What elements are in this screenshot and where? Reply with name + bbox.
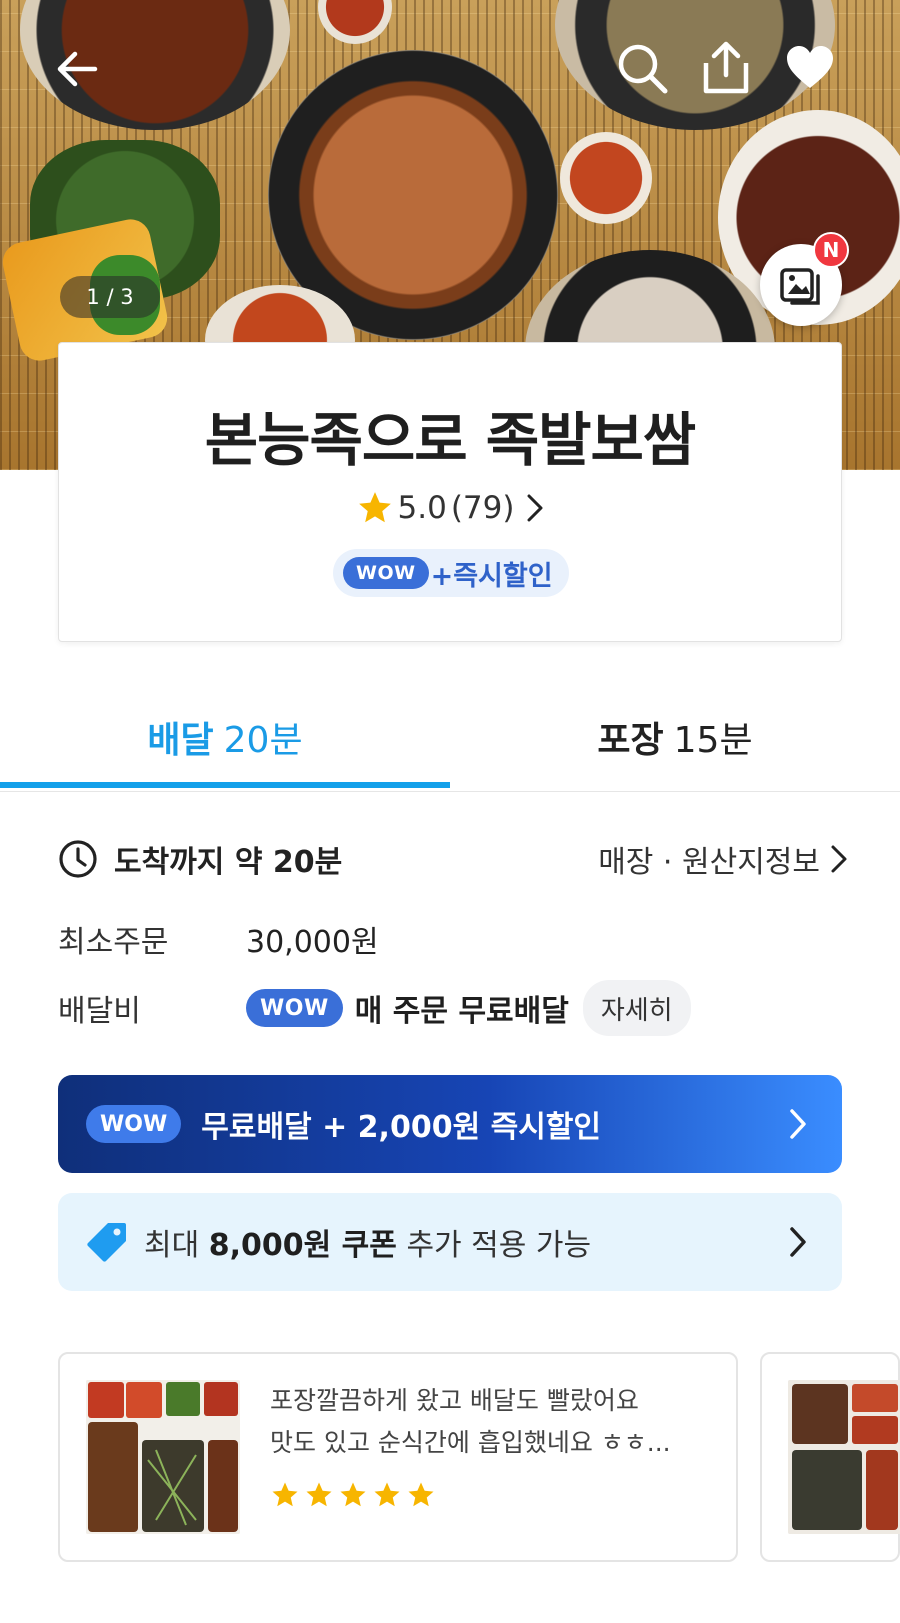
review-photo	[788, 1380, 900, 1534]
min-order-label: 최소주문	[58, 925, 169, 960]
star-icon	[340, 1482, 366, 1507]
eta-text: 도착까지 약 20분	[114, 845, 343, 880]
store-card: 본능족으로 족발보쌈 5.0 (79) WOW +즉시할인	[58, 342, 842, 642]
review-line-2: 맛도 있고 순식간에 흡입했네요 ㅎㅎ...	[270, 1428, 671, 1457]
search-icon	[618, 44, 668, 94]
star-icon	[272, 1482, 298, 1507]
star-icon	[358, 492, 391, 523]
review-line-1: 포장깔끔하게 왔고 배달도 빨랐어요	[270, 1386, 639, 1415]
promo-label: +즉시할인	[430, 560, 553, 592]
food-plate	[318, 0, 392, 44]
gallery-icon	[780, 268, 820, 305]
search-button[interactable]	[612, 38, 672, 98]
min-order-value: 30,000원	[246, 925, 379, 960]
back-arrow-icon	[57, 51, 98, 87]
star-icon	[374, 1482, 400, 1507]
review-count: (79)	[450, 490, 515, 526]
rating-link[interactable]: 5.0 (79)	[59, 489, 841, 527]
tab-pickup-time: 15분	[673, 720, 753, 761]
store-origin-info-label: 매장 · 원산지정보	[598, 845, 820, 880]
review-card[interactable]: 포장깔끔하게 왔고 배달도 빨랐어요 맛도 있고 순식간에 흡입했네요 ㅎㅎ..…	[58, 1352, 738, 1562]
tab-delivery[interactable]: 배달 20분	[0, 682, 450, 792]
delivery-fee-value: 매 주문 무료배달	[354, 994, 569, 1029]
star-icon	[408, 1482, 434, 1507]
coupon-suffix: 추가 적용 가능	[406, 1228, 592, 1263]
wow-benefit-banner[interactable]: WOW 무료배달 + 2,000원 즉시할인	[58, 1075, 842, 1173]
store-origin-info-link[interactable]: 매장 · 원산지정보	[598, 836, 848, 882]
favorite-button[interactable]	[782, 40, 838, 94]
tab-delivery-label: 배달	[147, 720, 214, 761]
rating-value: 5.0	[397, 490, 447, 526]
coupon-banner[interactable]: 최대 8,000원 쿠폰 추가 적용 가능	[58, 1193, 842, 1291]
review-card[interactable]	[760, 1352, 900, 1562]
photo-counter: 1 / 3	[60, 276, 160, 318]
chevron-right-icon	[790, 1227, 806, 1257]
chevron-right-icon	[831, 845, 847, 873]
heart-icon	[787, 46, 833, 88]
store-name: 본능족으로 족발보쌈	[204, 406, 696, 474]
tab-pickup-label: 포장	[597, 720, 664, 761]
coupon-banner-text: 최대 8,000원 쿠폰 추가 적용 가능	[144, 1220, 591, 1264]
coupon-amount: 8,000원 쿠폰	[208, 1228, 397, 1263]
review-photo	[86, 1380, 240, 1534]
wow-tag: WOW	[343, 557, 429, 589]
chevron-right-icon	[527, 494, 543, 522]
coupon-tag-icon	[87, 1223, 126, 1262]
clock-icon	[59, 840, 97, 878]
eta-row: 도착까지 약 20분 매장 · 원산지정보	[58, 836, 848, 882]
star-icon	[306, 1482, 332, 1507]
detail-button[interactable]: 자세히	[582, 980, 691, 1036]
delivery-fee-row: 배달비 WOW 매 주문 무료배달 자세히	[58, 978, 691, 1038]
delivery-fee-label: 배달비	[58, 994, 141, 1029]
tab-delivery-time: 20분	[223, 720, 303, 761]
share-button[interactable]	[696, 36, 756, 98]
wow-tag: WOW	[246, 989, 343, 1027]
review-text: 포장깔끔하게 왔고 배달도 빨랐어요 맛도 있고 순식간에 흡입했네요 ㅎㅎ..…	[270, 1380, 710, 1464]
min-order-row: 최소주문 30,000원	[58, 916, 379, 962]
wow-banner-text: 무료배달 + 2,000원 즉시할인	[201, 1110, 602, 1145]
review-stars	[270, 1480, 436, 1510]
back-button[interactable]	[50, 42, 104, 96]
order-type-tabs: 배달 20분 포장 15분	[0, 682, 900, 792]
wow-tag: WOW	[86, 1105, 182, 1143]
new-badge: N	[813, 232, 849, 268]
wow-instant-discount-badge: WOW +즉시할인	[333, 549, 569, 597]
food-plate	[560, 132, 652, 224]
coupon-prefix: 최대	[144, 1228, 200, 1263]
chevron-right-icon	[790, 1109, 806, 1139]
tab-pickup[interactable]: 포장 15분	[450, 682, 900, 792]
share-icon	[703, 41, 749, 94]
active-tab-indicator	[0, 782, 450, 788]
